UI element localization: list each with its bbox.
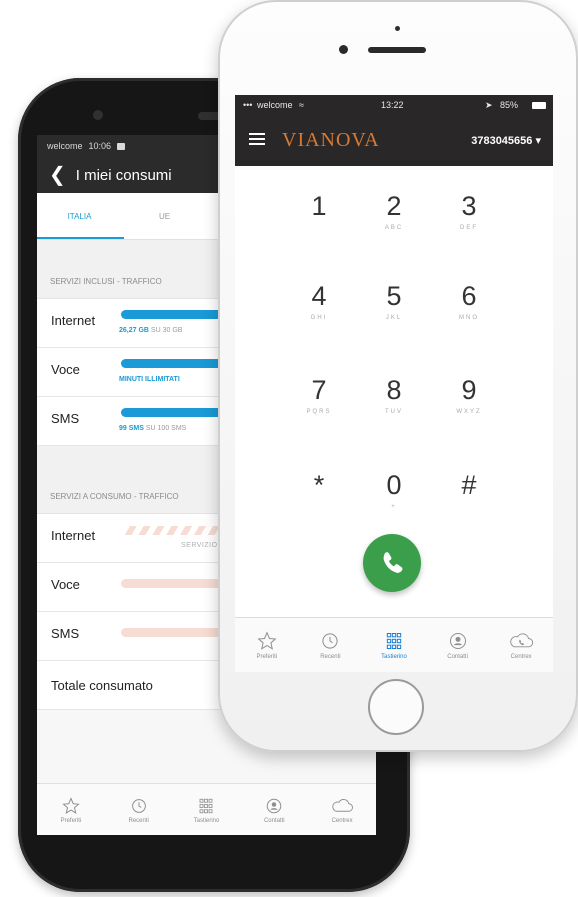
wifi-icon: ≈	[299, 100, 304, 110]
status-time: 13:22	[381, 100, 404, 110]
line-selector[interactable]: 3783045656 ▾	[471, 134, 541, 147]
tab-preferiti[interactable]: Preferiti	[37, 784, 105, 835]
chevron-down-icon: ▾	[535, 135, 541, 147]
active-tab-indicator	[37, 237, 124, 239]
history-icon	[322, 633, 338, 649]
front-phone-screen: ••• welcome ≈ 13:22 ➤ 85% VIANOVA 378304…	[235, 95, 553, 672]
key-6[interactable]: 6 MNO	[439, 281, 499, 321]
star-icon	[257, 631, 277, 650]
tab-tastierino[interactable]: Tastierino	[362, 618, 426, 672]
notification-icon	[117, 142, 126, 150]
usage-detail: 99 SMS SU 100 SMS	[119, 425, 187, 432]
row-label: SMS	[51, 626, 80, 641]
battery-percent: 85%	[500, 100, 519, 110]
tab-preferiti[interactable]: Preferiti	[235, 618, 299, 672]
row-label: Internet	[51, 313, 96, 328]
key-5[interactable]: 5 JKL	[364, 281, 424, 321]
history-icon	[131, 798, 146, 813]
tab-tastierino[interactable]: Tastierino	[173, 784, 241, 835]
row-label: Internet	[51, 528, 96, 543]
battery-icon	[532, 102, 546, 109]
key-8[interactable]: 8 TUV	[364, 375, 424, 415]
keypad-icon	[200, 798, 213, 813]
tab-recenti[interactable]: Recenti	[105, 784, 173, 835]
phone-handset-icon	[383, 552, 403, 573]
cloud-phone-icon	[332, 798, 354, 812]
proximity-sensor	[395, 26, 400, 31]
contact-icon	[449, 633, 466, 649]
carrier-label: welcome	[257, 100, 293, 110]
tab-italia[interactable]: ITALIA	[37, 212, 122, 221]
keypad-icon	[386, 633, 402, 649]
tab-centrex[interactable]: Centrex	[308, 784, 376, 835]
key-3[interactable]: 3 DEF	[439, 191, 499, 231]
front-camera	[339, 45, 348, 54]
location-icon: ➤	[485, 100, 493, 110]
bottom-tab-bar: Preferiti Recenti Tastierino Contatti Ce…	[235, 617, 553, 672]
usage-detail: 26,27 GB SU 30 GB	[119, 327, 183, 334]
service-note: SERVIZIO	[181, 542, 218, 549]
key-9[interactable]: 9 WXYZ	[439, 375, 499, 415]
bottom-tab-bar: Preferiti Recenti Tastierino Contatti Ce…	[37, 783, 376, 835]
usage-detail: MINUTI ILLIMITATI	[119, 376, 180, 383]
back-arrow-icon[interactable]: ❮	[49, 165, 66, 185]
tab-contatti[interactable]: Contatti	[426, 618, 490, 672]
status-time: 10:06	[88, 141, 112, 151]
row-label: Voce	[51, 577, 80, 592]
key-7[interactable]: 7 PQRS	[289, 375, 349, 415]
key-2[interactable]: 2 ABC	[364, 191, 424, 231]
menu-icon[interactable]	[249, 133, 265, 145]
key-0[interactable]: 0 +	[364, 470, 424, 510]
key-star[interactable]: *	[289, 470, 349, 504]
brand-logo: VIANOVA	[282, 129, 380, 151]
star-icon	[62, 796, 80, 814]
status-bar: ••• welcome ≈ 13:22 ➤ 85%	[235, 95, 553, 116]
contact-icon	[267, 798, 282, 813]
carrier-label: welcome	[47, 141, 83, 151]
tab-centrex[interactable]: Centrex	[489, 618, 553, 672]
tab-contatti[interactable]: Contatti	[240, 784, 308, 835]
cloud-phone-icon	[510, 633, 534, 648]
row-label: Voce	[51, 362, 80, 377]
key-4[interactable]: 4 GHI	[289, 281, 349, 321]
home-button[interactable]	[368, 679, 424, 735]
app-header: VIANOVA 3783045656 ▾	[235, 116, 553, 166]
key-hash[interactable]: #	[439, 470, 499, 504]
tab-recenti[interactable]: Recenti	[299, 618, 363, 672]
front-camera	[93, 110, 103, 120]
signal-icon: •••	[243, 100, 253, 110]
page-title: I miei consumi	[75, 166, 172, 184]
key-1[interactable]: 1	[289, 191, 349, 225]
row-label: SMS	[51, 411, 80, 426]
earpiece-speaker	[368, 47, 426, 53]
tab-ue[interactable]: UE	[122, 212, 207, 221]
call-button[interactable]	[363, 534, 421, 592]
